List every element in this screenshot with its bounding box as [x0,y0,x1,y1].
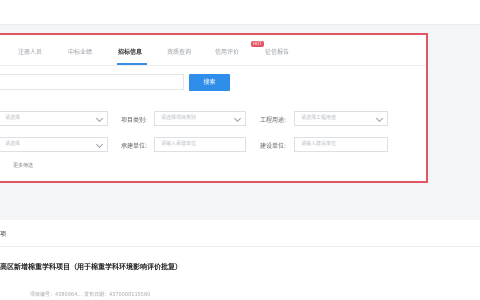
chevron-down-icon [375,114,384,123]
tab-bar: 注册人员 中标业绩 招标信息 资质查询 信用评价 HOT 征信报告 [0,35,426,66]
filter-select-1-placeholder: 请选择 [5,115,21,121]
builder-input[interactable]: 请输入建设单位 [294,137,388,152]
tab-credit-report[interactable]: 征信报告 [265,47,289,56]
tab-tender-info[interactable]: 招标信息 [118,47,142,56]
filter-select-2[interactable]: 请选择 [0,137,108,152]
project-category-select[interactable]: 请选择项目类别 [154,111,246,126]
search-panel: 注册人员 中标业绩 招标信息 资质查询 信用评价 HOT 征信报告 [0,33,428,183]
builder-placeholder: 请输入建设单位 [301,141,337,147]
engineering-use-label: 工程用途: [260,117,287,124]
builder-label: 建设单位: [260,143,287,150]
tab-credit-evaluation[interactable]: 信用评价 [215,47,239,56]
tab-qualification-query[interactable]: 资质查询 [167,47,191,56]
filter-select-1[interactable]: 请选择 [0,111,108,126]
contractor-placeholder: 请输入承建单位 [161,141,197,147]
filter-select-2-placeholder: 请选择 [5,141,21,147]
engineering-use-placeholder: 请选择工程用途 [301,115,337,121]
project-category-label: 项目类别: [121,117,148,124]
tab-registered-personnel[interactable]: 注册人员 [18,47,42,56]
more-filters-button[interactable]: 更多筛选 [13,162,33,169]
search-input[interactable] [0,74,184,90]
project-category-placeholder: 请选择项目类别 [161,115,197,121]
results-card [0,220,480,300]
tab-winning-performance[interactable]: 中标业绩 [68,47,92,56]
chevron-down-icon [233,114,242,123]
active-tab-indicator [117,63,147,65]
contractor-input[interactable]: 请输入承建单位 [154,137,246,152]
hot-badge: HOT [251,41,264,47]
chevron-down-icon [95,114,104,123]
result-title-link[interactable]: 高区新增棉重学科项目（用于棉重学科环境影响评价批复） [0,262,182,272]
chevron-down-icon [95,140,104,149]
top-bar [0,0,480,25]
result-meta-number: 项目编号：4380964... [30,292,83,298]
contractor-label: 承建单位: [121,143,148,150]
search-button[interactable]: 搜索 [189,74,230,91]
divider [0,246,480,247]
results-section-label: 项 [0,231,7,238]
engineering-use-select[interactable]: 请选择工程用途 [294,111,388,126]
result-meta-date: 发布日期：4370000115560 [84,292,151,298]
